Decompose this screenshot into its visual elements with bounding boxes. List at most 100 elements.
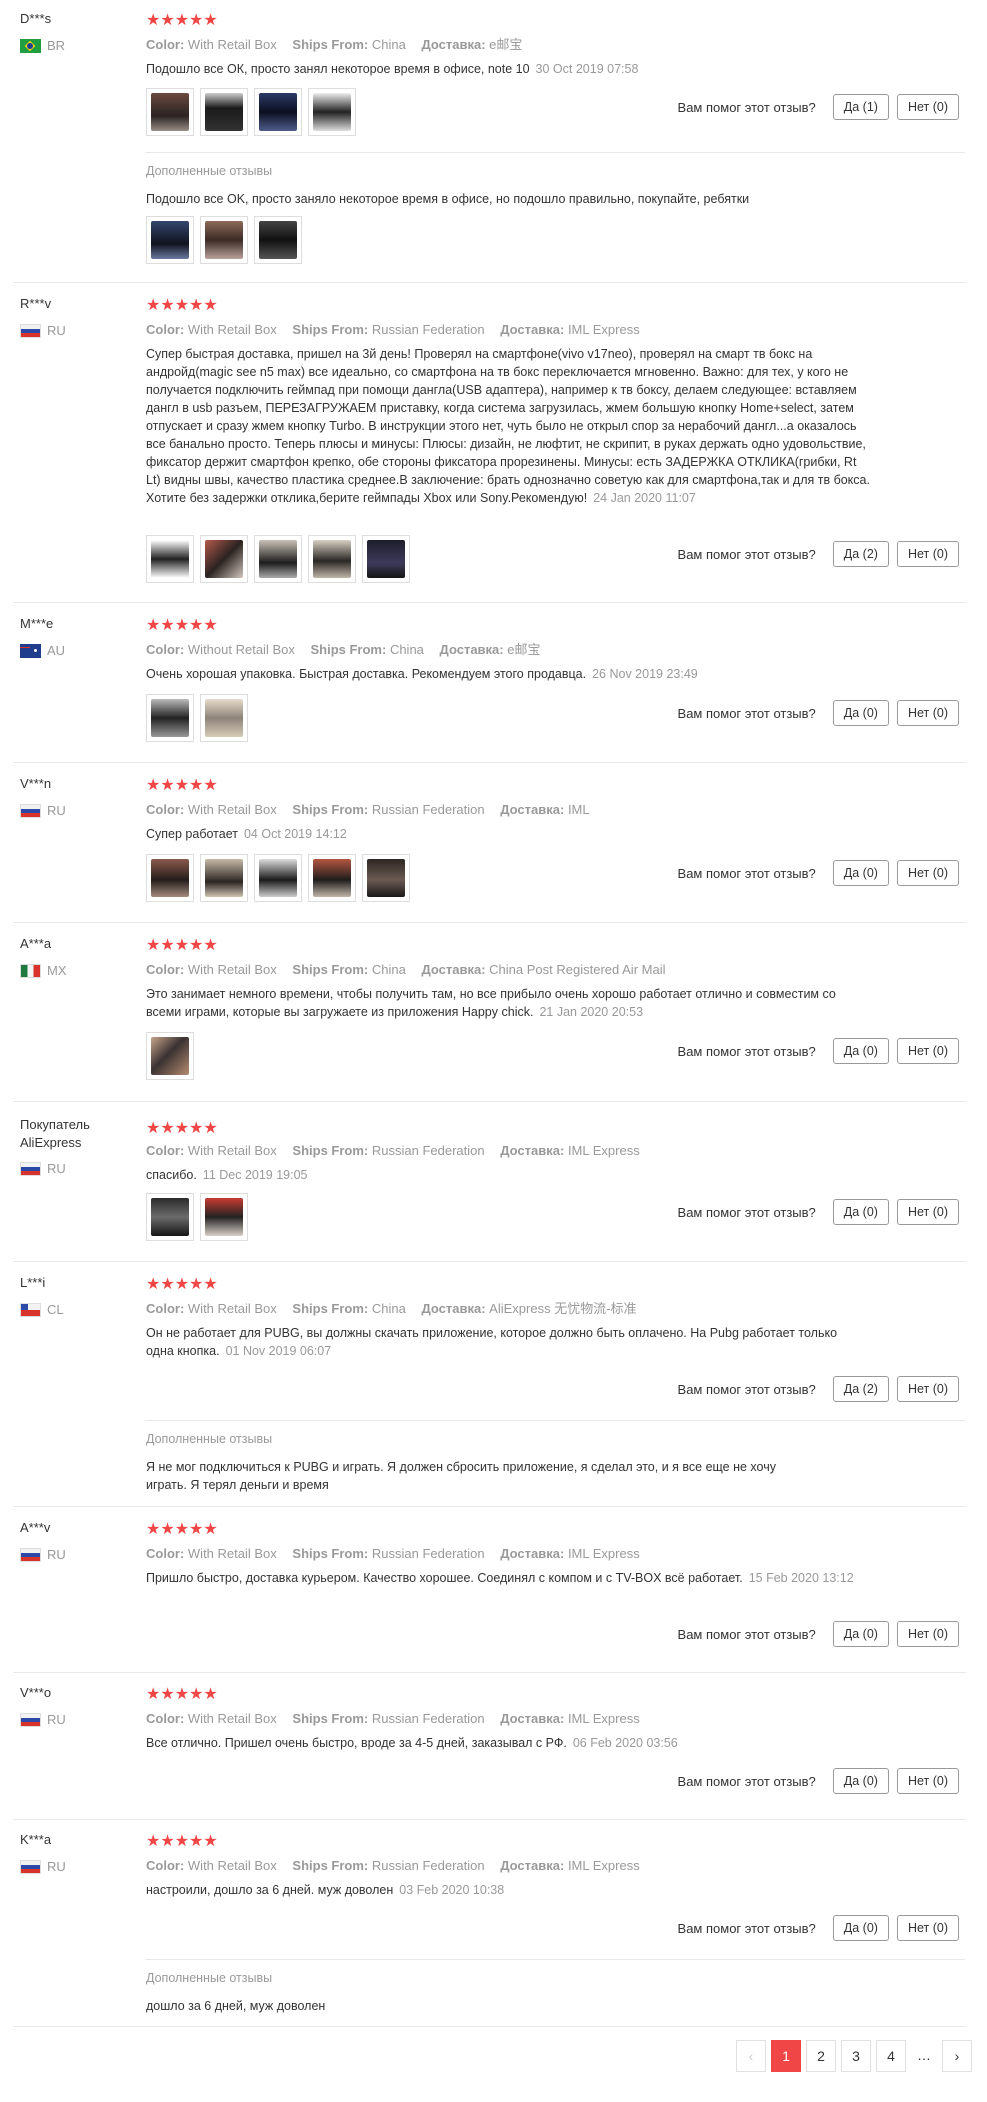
helpful-no-button[interactable]: Нет (0) <box>896 700 959 726</box>
helpful-question: Вам помог этот отзыв? <box>677 1043 816 1059</box>
helpful-vote: Вам помог этот отзыв? Да (0) Нет (0) <box>678 700 959 726</box>
flag-ru-icon <box>20 324 41 338</box>
reviewer-country: AU <box>20 643 65 659</box>
review-attributes: Color: With Retail Box Ships From: Russi… <box>146 1858 640 1873</box>
helpful-no-button[interactable]: Нет (0) <box>896 1621 959 1647</box>
review-attributes: Color: With Retail Box Ships From: China… <box>146 37 523 52</box>
flag-ru-icon <box>20 1548 41 1562</box>
review-photo-thumb[interactable] <box>146 1032 194 1080</box>
review-text: Все отлично. Пришел очень быстро, вроде … <box>146 1736 678 1750</box>
review-photo-thumb[interactable] <box>200 216 248 264</box>
helpful-yes-button[interactable]: Да (2) <box>832 541 889 567</box>
helpful-no-button[interactable]: Нет (0) <box>896 1768 959 1794</box>
review-photo-thumb[interactable] <box>146 1193 194 1241</box>
review-photo-thumb[interactable] <box>146 854 194 902</box>
star-rating: ★★★★★ <box>146 1686 218 1703</box>
review-photo-thumb[interactable] <box>254 854 302 902</box>
reviewer-country: RU <box>20 1712 66 1728</box>
reviewer-name: R***v <box>20 296 52 311</box>
divider <box>13 282 966 283</box>
country-code: RU <box>47 1547 66 1562</box>
review-photo-thumb[interactable] <box>200 1193 248 1241</box>
review-photo-thumb[interactable] <box>308 88 356 136</box>
helpful-vote: Вам помог этот отзыв? Да (0) Нет (0) <box>678 1038 959 1064</box>
helpful-yes-button[interactable]: Да (0) <box>832 1199 889 1225</box>
review-text: Пришло быстро, доставка курьером. Качест… <box>146 1571 854 1585</box>
review-date: 26 Nov 2019 23:49 <box>592 667 698 681</box>
helpful-no-button[interactable]: Нет (0) <box>896 1915 959 1941</box>
helpful-yes-button[interactable]: Да (0) <box>832 860 889 886</box>
flag-mx-icon <box>20 964 41 978</box>
helpful-no-button[interactable]: Нет (0) <box>896 1199 959 1225</box>
flag-ru-icon <box>20 1713 41 1727</box>
review-photo-thumb[interactable] <box>254 535 302 583</box>
reviewer-country: RU <box>20 803 66 819</box>
review-date: 15 Feb 2020 13:12 <box>748 1571 854 1585</box>
review-photo-thumb[interactable] <box>146 535 194 583</box>
pagination-page-1[interactable]: 1 <box>771 2040 801 2072</box>
divider <box>13 1672 966 1673</box>
pagination-page-3[interactable]: 3 <box>841 2040 871 2072</box>
country-code: RU <box>47 323 66 338</box>
pagination: ‹ 1 2 3 4 … › <box>736 2040 977 2072</box>
reviewer-name: M***e <box>20 616 54 631</box>
pagination-next-button[interactable]: › <box>942 2040 972 2072</box>
review-photo-thumb[interactable] <box>146 88 194 136</box>
helpful-no-button[interactable]: Нет (0) <box>896 94 959 120</box>
helpful-yes-button[interactable]: Да (0) <box>832 1621 889 1647</box>
reviewer-country: RU <box>20 323 66 339</box>
helpful-no-button[interactable]: Нет (0) <box>896 1376 959 1402</box>
reviews-page: D***s BR ★★★★★ Color: With Retail Box Sh… <box>0 0 987 2102</box>
review-date: 01 Nov 2019 06:07 <box>225 1344 332 1358</box>
review-photo-thumb[interactable] <box>200 535 248 583</box>
review-text: настроили, дошло за 6 дней. муж доволен 0… <box>146 1883 505 1897</box>
review-photo-thumb[interactable] <box>200 88 248 136</box>
helpful-no-button[interactable]: Нет (0) <box>896 541 959 567</box>
helpful-yes-button[interactable]: Да (1) <box>832 94 889 120</box>
review-text: Супер быстрая доставка, пришел на 3й ден… <box>146 347 870 505</box>
divider <box>145 1420 965 1421</box>
helpful-yes-button[interactable]: Да (0) <box>832 1915 889 1941</box>
review-attributes: Color: With Retail Box Ships From: Russi… <box>146 1546 640 1561</box>
review-photo-thumb[interactable] <box>200 854 248 902</box>
pagination-page-4[interactable]: 4 <box>876 2040 906 2072</box>
review-photos <box>146 1193 254 1241</box>
helpful-vote: Вам помог этот отзыв? Да (0) Нет (0) <box>678 1199 959 1225</box>
flag-ru-icon <box>20 1860 41 1874</box>
flag-ru-icon <box>20 1162 41 1176</box>
review-photo-thumb[interactable] <box>362 535 410 583</box>
review-text: Подошло все ОК, просто занял некоторое в… <box>146 62 639 76</box>
review-photo-thumb[interactable] <box>254 216 302 264</box>
review-text: спасибо. 11 Dec 2019 19:05 <box>146 1168 308 1182</box>
review-photo-thumb[interactable] <box>254 88 302 136</box>
helpful-no-button[interactable]: Нет (0) <box>896 860 959 886</box>
helpful-yes-button[interactable]: Да (2) <box>832 1376 889 1402</box>
pagination-ellipsis: … <box>911 2040 937 2072</box>
pagination-page-2[interactable]: 2 <box>806 2040 836 2072</box>
helpful-no-button[interactable]: Нет (0) <box>896 1038 959 1064</box>
helpful-yes-button[interactable]: Да (0) <box>832 700 889 726</box>
review-photos <box>146 535 416 583</box>
helpful-yes-button[interactable]: Да (0) <box>832 1038 889 1064</box>
review-text: Он не работает для PUBG, вы должны скача… <box>146 1326 838 1358</box>
review-date: 11 Dec 2019 19:05 <box>202 1168 308 1182</box>
review-photo-thumb[interactable] <box>200 694 248 742</box>
divider <box>13 762 966 763</box>
divider <box>13 1261 966 1262</box>
pagination-prev-button[interactable]: ‹ <box>736 2040 766 2072</box>
star-rating: ★★★★★ <box>146 297 218 314</box>
review-photo-thumb[interactable] <box>362 854 410 902</box>
helpful-question: Вам помог этот отзыв? <box>677 1626 816 1642</box>
review-photo-thumb[interactable] <box>146 694 194 742</box>
review-photo-thumb[interactable] <box>308 854 356 902</box>
country-code: BR <box>47 38 66 53</box>
reviewer-country: RU <box>20 1161 66 1177</box>
review-attributes: Color: With Retail Box Ships From: Russi… <box>146 802 590 817</box>
star-rating: ★★★★★ <box>146 1276 218 1293</box>
country-code: MX <box>47 963 67 978</box>
review-photo-thumb[interactable] <box>308 535 356 583</box>
divider <box>13 922 966 923</box>
helpful-yes-button[interactable]: Да (0) <box>832 1768 889 1794</box>
review-photo-thumb[interactable] <box>146 216 194 264</box>
reviewer-country: BR <box>20 38 65 54</box>
